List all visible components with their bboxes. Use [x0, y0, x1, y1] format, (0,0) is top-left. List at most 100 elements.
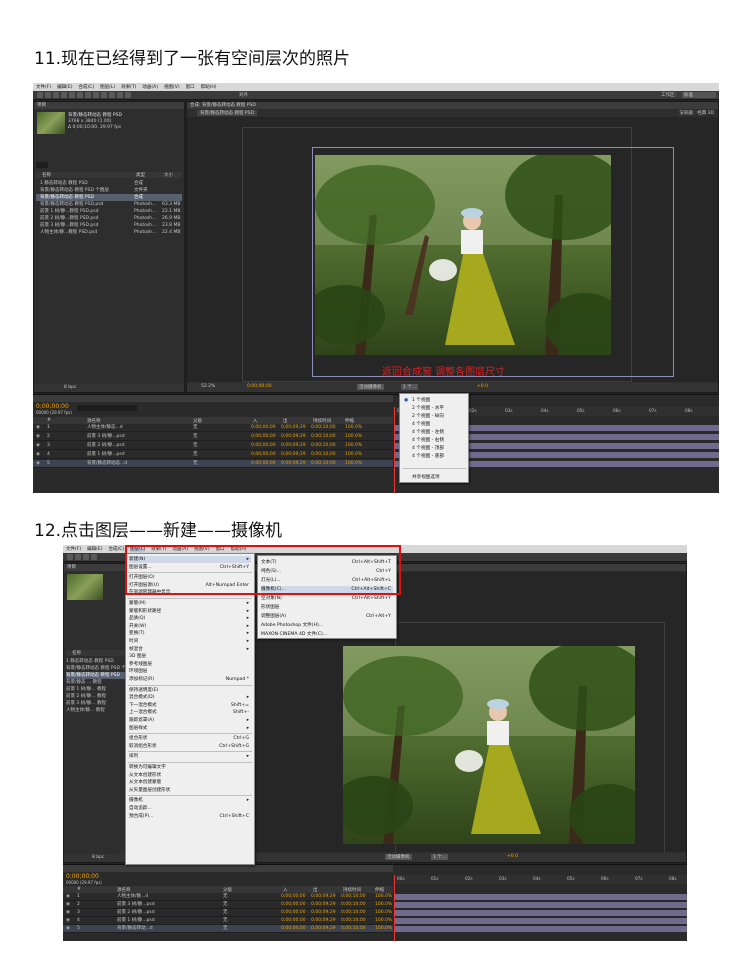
project-list-item[interactable]: 前景 1 树/静...教程 PSD.psd Photosh... 22.1 MB — [36, 208, 182, 215]
selection-tool-icon[interactable] — [37, 92, 43, 98]
layer-menu-item[interactable]: 图层样式 ▸ — [129, 725, 251, 732]
hand-tool-icon[interactable] — [75, 554, 81, 560]
zoom-select[interactable]: 52.2% — [201, 384, 215, 389]
visibility-eye-icon[interactable]: ◉ — [66, 925, 70, 932]
layer-menu-item[interactable]: 品质(Q) ▸ — [129, 615, 251, 622]
col-size[interactable]: 大小 — [164, 172, 173, 178]
timeline-tab[interactable] — [63, 865, 393, 872]
zoom-tool-icon[interactable] — [83, 554, 89, 560]
timeline-timecode[interactable]: 0;00;00;00 — [36, 403, 69, 410]
visibility-eye-icon[interactable]: ◉ — [36, 442, 40, 449]
visibility-eye-icon[interactable]: ◉ — [36, 451, 40, 458]
layer-menu-item[interactable]: 下一混合模式 Shift+= — [129, 702, 251, 709]
rotate-tool-icon[interactable] — [61, 92, 67, 98]
layer-column-header[interactable]: # — [77, 887, 81, 892]
view-layout-select[interactable]: 1 个... — [401, 384, 419, 390]
view-layout-option[interactable]: 4 个视图 - 左侧 — [403, 429, 465, 436]
viewer-time[interactable]: 0;00;00;00 — [247, 384, 272, 389]
visibility-eye-icon[interactable]: ◉ — [66, 917, 70, 924]
project-list-item[interactable]: 背景/静态转动态 教程 PSD 个图层 — [66, 665, 130, 672]
new-menu-item[interactable]: 空对象(N) Ctrl+Alt+Shift+Y — [261, 595, 393, 602]
zoom-tool-icon[interactable] — [53, 92, 59, 98]
renderer-label[interactable]: 渲染器：经典 3D — [679, 110, 714, 116]
layer-row[interactable]: ◉ 2 前景 3 树/静...psd 无 0;00;00;00 0;00;09;29 0;0… — [63, 901, 393, 909]
project-list-item[interactable]: 前景 1 树/静... 教程 — [66, 686, 130, 693]
menubar-item[interactable]: 图层(L) — [100, 84, 115, 90]
snap-label[interactable]: 对齐 — [239, 92, 248, 98]
layer-row[interactable]: ◉ 3 前景 2 树/静...psd 无 0;00;00;00 0;00;09;29 0;0… — [63, 909, 393, 917]
project-tab[interactable]: 项目 — [34, 102, 184, 109]
pen-tool-icon[interactable] — [93, 92, 99, 98]
timeline-timecode[interactable]: 0;00;00;00 — [66, 873, 99, 880]
layer-duration-bar[interactable] — [395, 910, 687, 916]
menubar-item[interactable]: 文件(F) — [66, 546, 81, 552]
layer-menu-item[interactable]: 从文本创建形状 — [129, 772, 251, 779]
col-type[interactable]: 类型 — [136, 172, 145, 178]
new-menu-item[interactable]: MAXON CINEMA 4D 文件(C)... — [261, 631, 393, 638]
eraser-tool-icon[interactable] — [125, 92, 131, 98]
visibility-eye-icon[interactable]: ◉ — [66, 909, 70, 916]
menubar-item[interactable]: 窗口 — [186, 84, 195, 90]
project-list-item[interactable]: 1 静态转动态 教程 PSD — [66, 658, 130, 665]
layer-menu-item[interactable]: 摄像机 ▸ — [129, 797, 251, 804]
layer-menu-item[interactable]: 开关(W) ▸ — [129, 623, 251, 630]
project-search-input[interactable] — [36, 162, 48, 168]
project-list-item[interactable]: 前景 2 树/静...教程 PSD.psd Photosh... 26.9 MB — [36, 215, 182, 222]
bpc-label[interactable]: 8 bpc — [92, 855, 104, 860]
time-ruler[interactable]: 00s 01s 02s 03s 04s 05s 06s 07s 08s — [393, 875, 687, 884]
layer-menu-item[interactable]: 预合成(P)... Ctrl+Shift+C — [129, 813, 251, 820]
layer-menu-item[interactable]: 取消组合形状 Ctrl+Shift+G — [129, 743, 251, 750]
view-layout-option[interactable]: 共享视图选项 — [403, 474, 465, 481]
menubar-item[interactable]: 文件(F) — [36, 84, 51, 90]
rotate-tool-icon[interactable] — [91, 554, 97, 560]
layer-menu-item[interactable]: 转换为可编辑文字 — [129, 764, 251, 771]
project-tab[interactable]: 项目 — [64, 564, 132, 571]
layer-menu-item[interactable]: 混合模式(D) ▸ — [129, 694, 251, 701]
active-camera-select[interactable]: 活动摄像机 — [385, 854, 412, 860]
project-list-item[interactable]: 人物主体/静...教程 PSD.psd Photosh... 22.4 MB — [36, 229, 182, 236]
layer-menu-item[interactable]: 排列 ▸ — [129, 753, 251, 760]
menubar-item[interactable]: 合成(C) — [108, 546, 124, 552]
bpc-label[interactable]: 8 bpc — [64, 385, 76, 390]
project-list-item[interactable]: 前景 3 树/静... 教程 — [66, 700, 130, 707]
layer-row[interactable]: ◉ 5 背景/静态转动态...d 无 0;00;00;00 0;00;09;29 0;00;… — [33, 460, 393, 468]
layer-duration-bar[interactable] — [395, 926, 687, 932]
shape-tool-icon[interactable] — [85, 92, 91, 98]
layer-menu-item[interactable]: 3D 图层 — [129, 653, 251, 660]
layer-menu-item[interactable]: 从文本创建蒙版 — [129, 779, 251, 786]
layer-menu-item[interactable]: 从矢量图层创建形状 — [129, 787, 251, 794]
layer-menu-item[interactable]: 自动追踪... — [129, 805, 251, 812]
layer-duration-bar[interactable] — [395, 894, 687, 900]
layer-menu-item[interactable]: 蒙版和形状路径 ▸ — [129, 608, 251, 615]
layer-menu-item[interactable]: 保持透明度(E) — [129, 687, 251, 694]
layer-column-header[interactable]: # — [47, 418, 51, 423]
project-list-item[interactable]: 背景/静态转动态 教程 PSD.psd Photosh... 63.3 MB — [36, 201, 182, 208]
view-layout-option[interactable]: 4 个视图 - 底部 — [403, 453, 465, 460]
visibility-eye-icon[interactable]: ◉ — [36, 424, 40, 431]
new-menu-item[interactable]: Adobe Photoshop 文件(H)... — [261, 622, 393, 629]
project-list-item[interactable]: 背景/静态转动态 教程 PSD 个图层 文件夹 — [36, 187, 182, 194]
project-list-item[interactable]: 背景/静态转动态 教程 PSD — [66, 672, 130, 679]
layer-row[interactable]: ◉ 2 前景 3 树/静...psd 无 0;00;00;00 0;00;09;29 0;0… — [33, 433, 393, 441]
active-camera-select[interactable]: 活动摄像机 — [357, 384, 384, 390]
visibility-eye-icon[interactable]: ◉ — [66, 893, 70, 900]
comp-viewer[interactable]: 返回合成窗 调整各图层尺寸 — [187, 117, 718, 382]
view-layout-option[interactable]: 4 个视图 — [403, 421, 465, 428]
visibility-eye-icon[interactable]: ◉ — [36, 433, 40, 440]
col-name[interactable]: 名称 — [42, 172, 51, 178]
stamp-tool-icon[interactable] — [117, 92, 123, 98]
exposure-value[interactable]: +0.0 — [477, 384, 488, 389]
view-layout-option[interactable]: ● 1 个视图 — [403, 397, 465, 404]
layer-row[interactable]: ◉ 3 前景 2 树/静...psd 无 0;00;00;00 0;00;09;29 0;0… — [33, 442, 393, 450]
comp-sub-tab[interactable]: 背景/静态转动态 教程 PSD — [197, 110, 257, 116]
layer-menu-item[interactable]: 添加标记(R) Numpad * — [129, 676, 251, 683]
project-list-item[interactable]: 背景/静态 ... 教程 — [66, 679, 130, 686]
view-layout-select[interactable]: 1 个... — [431, 854, 449, 860]
menubar-item[interactable]: 效果(T) — [121, 84, 136, 90]
project-list-item[interactable]: 前景 3 树/静...教程 PSD.psd Photosh... 23.8 MB — [36, 222, 182, 229]
hand-tool-icon[interactable] — [45, 92, 51, 98]
visibility-eye-icon[interactable]: ◉ — [36, 460, 40, 467]
menubar-item[interactable]: 合成(C) — [78, 84, 94, 90]
view-layout-option[interactable]: 2 个视图 - 水平 — [403, 405, 465, 412]
layer-menu-item[interactable]: 帧混合 ▸ — [129, 646, 251, 653]
